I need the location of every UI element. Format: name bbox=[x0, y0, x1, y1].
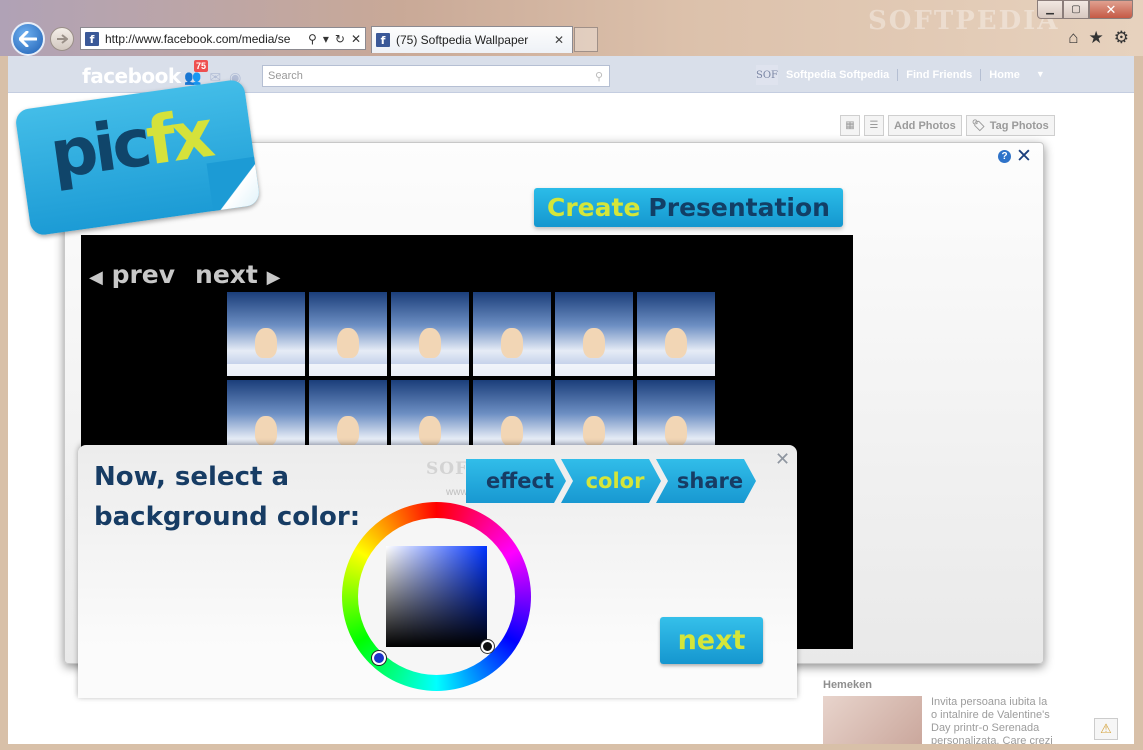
avatar[interactable]: SOF bbox=[756, 65, 778, 85]
next-nav-label: next bbox=[195, 260, 258, 289]
minimize-button[interactable]: ▁ bbox=[1037, 0, 1063, 19]
nav-find-friends-link[interactable]: Find Friends bbox=[898, 69, 982, 81]
account-menu-icon[interactable]: ▼ bbox=[1028, 69, 1045, 81]
forward-button[interactable] bbox=[50, 27, 74, 51]
stop-icon[interactable]: ✕ bbox=[351, 32, 361, 46]
browser-tab[interactable]: f (75) Softpedia Wallpaper ✕ bbox=[371, 26, 573, 53]
tab-close-icon[interactable]: ✕ bbox=[554, 33, 564, 47]
grid-view-icon[interactable]: ▦ bbox=[840, 115, 860, 136]
panel-close-icon[interactable]: ✕ bbox=[775, 449, 790, 470]
thumbnail-tile[interactable] bbox=[555, 292, 633, 376]
right-triangle-icon: ▶ bbox=[266, 267, 281, 288]
new-tab-button[interactable] bbox=[574, 27, 598, 52]
top-nav: Softpedia Softpedia Find Friends Home ▼ bbox=[786, 69, 1045, 81]
forward-arrow-icon bbox=[57, 34, 68, 44]
help-icon[interactable]: ? bbox=[998, 150, 1011, 163]
star-icon[interactable]: ★ bbox=[1089, 28, 1104, 48]
saturation-value-picker[interactable] bbox=[386, 546, 487, 647]
photo-toolbar: ▦ ☰ Add Photos 🏷 Tag Photos bbox=[840, 115, 1055, 136]
home-icon[interactable]: ⌂ bbox=[1068, 28, 1078, 48]
prev-button[interactable]: ◀ prev bbox=[89, 260, 175, 289]
logo-fx-text: fx bbox=[141, 95, 215, 181]
thumbnail-tile[interactable] bbox=[637, 292, 715, 376]
close-window-button[interactable]: ✕ bbox=[1089, 0, 1133, 19]
thumbnail-tile[interactable] bbox=[473, 292, 551, 376]
nav-profile-link[interactable]: Softpedia Softpedia bbox=[786, 69, 899, 81]
logo-pic-text: pic bbox=[45, 103, 153, 194]
modal-close-icon[interactable]: ✕ bbox=[1016, 145, 1032, 168]
tag-icon: 🏷 bbox=[971, 120, 986, 132]
browser-chrome: SOFTPEDIA ▁ ▢ ✕ f http://www.facebook.co… bbox=[0, 0, 1143, 56]
nav-home-link[interactable]: Home bbox=[981, 69, 1028, 81]
list-view-icon[interactable]: ☰ bbox=[864, 115, 884, 136]
refresh-icon[interactable]: ↻ bbox=[335, 32, 345, 46]
next-button[interactable]: next bbox=[660, 617, 763, 664]
step-effect[interactable]: effect bbox=[466, 459, 566, 503]
thumbnail-tile[interactable] bbox=[309, 292, 387, 376]
tag-photos-label: Tag Photos bbox=[989, 119, 1049, 132]
facebook-favicon: f bbox=[85, 31, 99, 46]
prev-label: prev bbox=[111, 260, 176, 289]
address-bar[interactable]: f http://www.facebook.com/media/se ⚲ ▾ ↻… bbox=[80, 27, 366, 50]
search-placeholder: Search bbox=[268, 70, 303, 82]
back-button[interactable] bbox=[11, 22, 45, 56]
presentation-word: Presentation bbox=[648, 193, 830, 222]
back-arrow-icon bbox=[19, 31, 37, 47]
thumbnail-grid bbox=[227, 292, 732, 464]
saturation-value-handle[interactable] bbox=[481, 640, 494, 653]
tab-favicon: f bbox=[376, 33, 390, 47]
gear-icon[interactable]: ⚙ bbox=[1114, 28, 1129, 48]
warning-icon[interactable]: ⚠ bbox=[1094, 718, 1118, 740]
create-word: Create bbox=[547, 193, 641, 222]
sidebar-ad-text: Invita persoana iubita la o intalnire de… bbox=[931, 696, 1053, 744]
dropdown-icon[interactable]: ▾ bbox=[323, 32, 329, 46]
add-photos-button[interactable]: Add Photos bbox=[888, 115, 962, 136]
next-nav-button[interactable]: next ▶ bbox=[195, 260, 280, 289]
tag-photos-button[interactable]: 🏷 Tag Photos bbox=[965, 115, 1055, 136]
step-share[interactable]: share bbox=[656, 459, 756, 503]
sidebar-ad-image[interactable] bbox=[823, 696, 922, 744]
facebook-logo[interactable]: facebook bbox=[82, 64, 181, 88]
step-tabs: effect color share bbox=[466, 459, 756, 503]
step-color[interactable]: color bbox=[561, 459, 661, 503]
hue-handle[interactable] bbox=[372, 651, 386, 665]
create-presentation-banner: Create Presentation bbox=[534, 188, 843, 227]
background-color-panel: ✕ Now, select a background color: SOFTPE… bbox=[78, 445, 797, 698]
window-controls: ▁ ▢ ✕ bbox=[1037, 0, 1133, 19]
notification-badge[interactable]: 75 bbox=[194, 60, 208, 72]
panel-title: Now, select a background color: bbox=[94, 462, 361, 532]
thumbnail-tile[interactable] bbox=[391, 292, 469, 376]
search-icon[interactable]: ⚲ bbox=[595, 70, 603, 83]
thumbnail-tile[interactable] bbox=[227, 292, 305, 376]
maximize-button[interactable]: ▢ bbox=[1063, 0, 1089, 19]
address-url[interactable]: http://www.facebook.com/media/se bbox=[105, 32, 308, 46]
left-triangle-icon: ◀ bbox=[89, 267, 103, 288]
search-input[interactable]: Search ⚲ bbox=[262, 65, 610, 87]
softpedia-watermark: SOFTPEDIA bbox=[868, 6, 1060, 36]
search-icon[interactable]: ⚲ bbox=[308, 32, 317, 46]
tab-title: (75) Softpedia Wallpaper bbox=[396, 33, 529, 47]
sidebar-ad-title[interactable]: Hemeken bbox=[823, 679, 872, 691]
